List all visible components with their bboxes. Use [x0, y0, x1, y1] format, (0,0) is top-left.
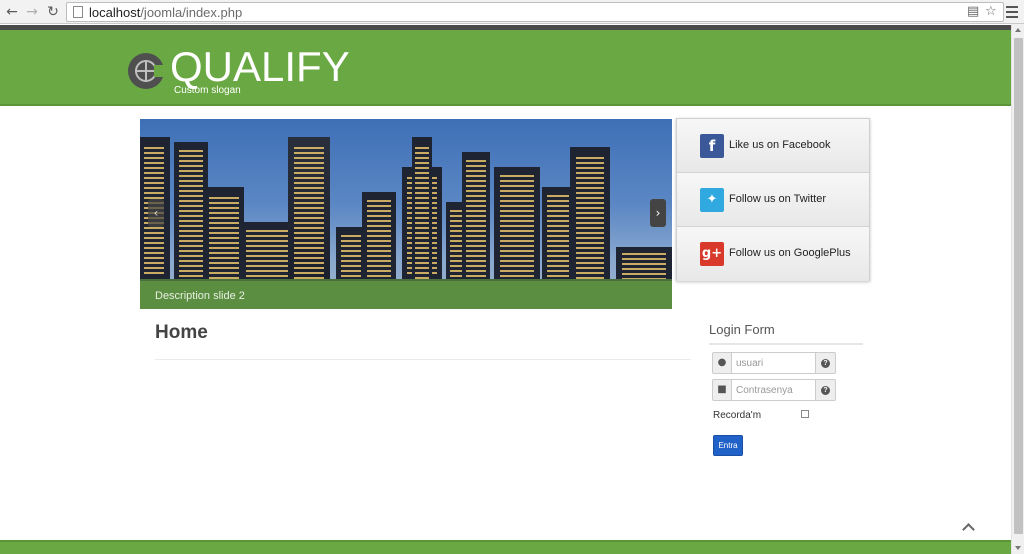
username-field: ● ?	[712, 352, 836, 374]
chevron-left-icon[interactable]: ‹	[148, 199, 164, 227]
social-item-facebook[interactable]: f Like us on Facebook	[677, 119, 869, 173]
scroll-down-icon[interactable]	[1015, 546, 1021, 550]
scroll-to-top-icon[interactable]	[962, 521, 976, 535]
social-label: Like us on Facebook	[729, 139, 831, 151]
site-footer	[0, 540, 1011, 554]
social-item-googleplus[interactable]: g+ Follow us on GooglePlus	[677, 227, 869, 281]
username-input[interactable]	[732, 352, 816, 374]
site-slogan: Custom slogan	[174, 85, 241, 96]
title-divider	[155, 359, 691, 360]
page-title: Home	[155, 322, 208, 343]
remember-me-label: Recorda'm	[713, 410, 762, 421]
remember-me-checkbox[interactable]	[801, 410, 809, 418]
scroll-up-icon[interactable]	[1015, 28, 1021, 32]
site-header: QUALIFY Custom slogan	[0, 30, 1011, 106]
social-label: Follow us on Twitter	[729, 193, 827, 205]
question-icon: ?	[821, 359, 830, 368]
slide-caption: Description slide 2	[155, 290, 245, 302]
globe-logo-icon[interactable]	[128, 53, 164, 89]
reload-icon[interactable]: ↻	[45, 4, 61, 20]
user-icon: ●	[712, 352, 732, 374]
password-help-button[interactable]: ?	[816, 379, 836, 401]
facebook-icon: f	[700, 134, 724, 158]
forward-arrow-icon[interactable]: →	[24, 4, 40, 20]
slide-caption-bar: Description slide 2	[140, 281, 672, 309]
url-path: /joomla/index.php	[140, 5, 243, 20]
twitter-icon: ✦	[700, 188, 724, 212]
login-submit-button[interactable]: Entra	[713, 435, 743, 456]
page-icon	[73, 6, 83, 18]
scroll-thumb[interactable]	[1014, 38, 1023, 534]
bookmark-star-icon[interactable]: ☆	[985, 4, 997, 19]
googleplus-icon: g+	[700, 242, 724, 266]
social-item-twitter[interactable]: ✦ Follow us on Twitter	[677, 173, 869, 227]
lock-icon: ■	[712, 379, 732, 401]
social-label: Follow us on GooglePlus	[729, 247, 851, 259]
url-host: localhost	[89, 5, 141, 20]
vertical-scrollbar[interactable]	[1011, 24, 1024, 554]
password-field: ■ ?	[712, 379, 836, 401]
browser-menu-icon[interactable]	[1006, 3, 1018, 19]
address-bar[interactable]: localhost/joomla/index.php ▤ ☆	[66, 2, 1004, 22]
question-icon: ?	[821, 386, 830, 395]
page: QUALIFY Custom slogan Description slide …	[0, 25, 1011, 554]
site-logo[interactable]: QUALIFY	[170, 43, 350, 91]
browser-toolbar: ← → ↻ localhost/joomla/index.php ▤ ☆	[0, 0, 1024, 24]
url-text[interactable]: localhost/joomla/index.php	[89, 5, 242, 20]
login-divider	[709, 343, 863, 345]
chevron-right-icon[interactable]: ›	[650, 199, 666, 227]
social-links-panel: f Like us on Facebook ✦ Follow us on Twi…	[676, 118, 870, 281]
translate-icon[interactable]: ▤	[967, 4, 979, 19]
username-help-button[interactable]: ?	[816, 352, 836, 374]
image-slider: Description slide 2 ‹ ›	[140, 119, 672, 309]
login-form-title: Login Form	[709, 322, 775, 337]
back-arrow-icon[interactable]: ←	[4, 4, 20, 20]
password-input[interactable]	[732, 379, 816, 401]
